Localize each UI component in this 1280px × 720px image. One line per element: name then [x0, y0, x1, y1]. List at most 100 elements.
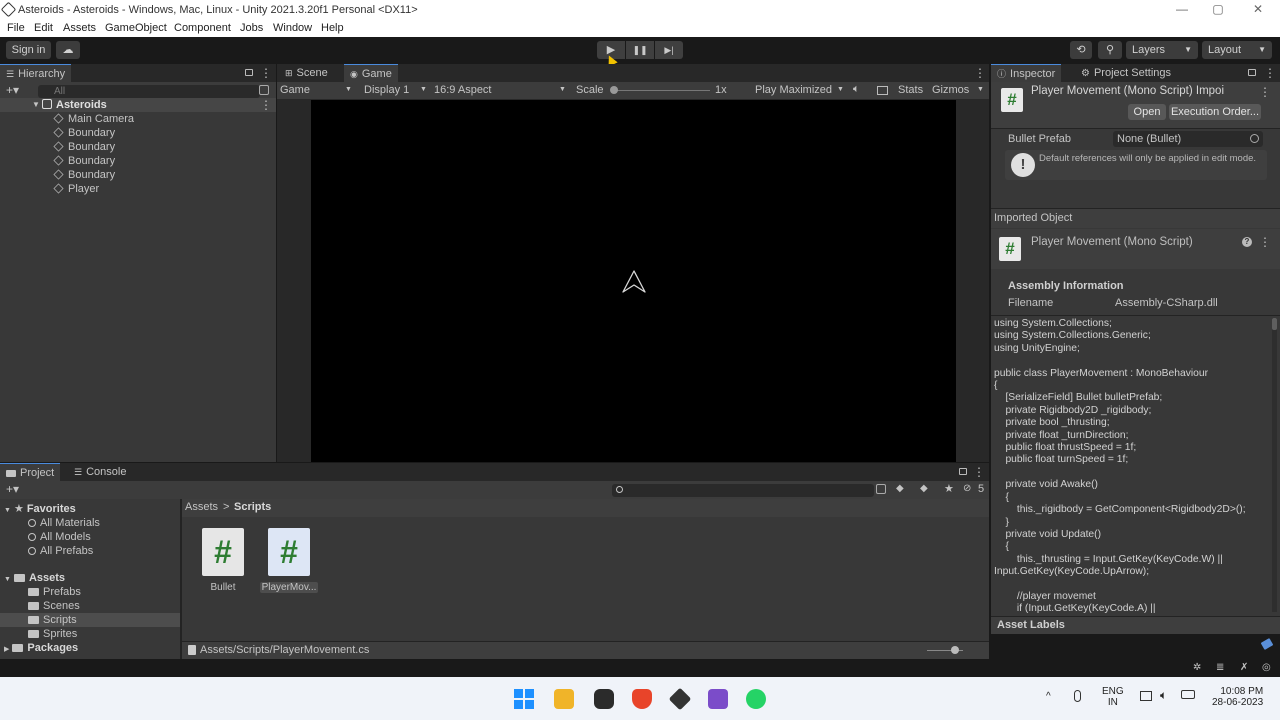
- hierarchy-item[interactable]: Boundary: [53, 168, 115, 182]
- display-icon[interactable]: [1140, 691, 1152, 701]
- aspect-dropdown[interactable]: 16:9 Aspect: [434, 84, 492, 96]
- step-button[interactable]: ▶|: [655, 41, 683, 59]
- hierarchy-item[interactable]: Boundary: [53, 140, 115, 154]
- maximize-button[interactable]: ▢: [1198, 2, 1238, 20]
- menu-help[interactable]: Help: [321, 22, 344, 34]
- object-picker-icon[interactable]: [1250, 134, 1259, 143]
- tab-console[interactable]: ☰ Console: [68, 463, 132, 481]
- breadcrumb-scripts[interactable]: Scripts: [234, 501, 271, 513]
- hierarchy-item[interactable]: Boundary: [53, 154, 115, 168]
- more-options-icon[interactable]: ⋮: [973, 466, 985, 478]
- filter-icon[interactable]: [259, 85, 269, 95]
- favorite-item[interactable]: All Materials: [28, 516, 100, 530]
- menu-file[interactable]: File: [7, 22, 25, 34]
- windows-start-icon[interactable]: [514, 689, 534, 709]
- tree-splitter[interactable]: [180, 499, 182, 659]
- asset-folder-item-selected[interactable]: Scripts: [0, 613, 180, 627]
- unity-hub-icon[interactable]: [668, 687, 692, 711]
- breadcrumb-assets[interactable]: Assets: [185, 501, 218, 513]
- audio-mute-icon[interactable]: 🔈︎: [853, 83, 860, 96]
- menu-jobs[interactable]: Jobs: [240, 22, 263, 34]
- hidden-packages-icon[interactable]: ⊘: [963, 483, 971, 494]
- favorite-item[interactable]: All Models: [28, 530, 91, 544]
- favorites-row[interactable]: ▼ ★ Favorites: [4, 502, 76, 516]
- cache-icon[interactable]: ≣: [1216, 662, 1224, 673]
- keyboard-icon[interactable]: [877, 86, 888, 95]
- asset-file-playermovement[interactable]: # PlayerMov...: [260, 525, 320, 597]
- volume-icon[interactable]: 🔈︎: [1160, 688, 1167, 703]
- terminal-app-icon[interactable]: [594, 689, 614, 709]
- stats-toggle[interactable]: Stats: [898, 84, 923, 96]
- tray-overflow-icon[interactable]: ^: [1046, 691, 1051, 702]
- hierarchy-item[interactable]: Main Camera: [53, 112, 134, 126]
- history-icon[interactable]: ⟲: [1070, 41, 1092, 59]
- scene-options-icon[interactable]: ⋮: [260, 99, 272, 111]
- menu-edit[interactable]: Edit: [34, 22, 53, 34]
- tab-project-settings[interactable]: ⚙ Project Settings: [1075, 64, 1177, 82]
- progress-icon[interactable]: ✗: [1240, 662, 1248, 673]
- packages-row[interactable]: ▶ Packages: [4, 641, 78, 655]
- menu-assets[interactable]: Assets: [63, 22, 96, 34]
- game-viewport[interactable]: [311, 100, 956, 462]
- code-scrollbar[interactable]: [1272, 318, 1277, 612]
- favorite-item[interactable]: All Prefabs: [28, 544, 93, 558]
- create-asset-icon[interactable]: +▾: [6, 482, 19, 496]
- display-dropdown[interactable]: Display 1: [364, 84, 409, 96]
- lock-icon[interactable]: [1248, 69, 1256, 76]
- menu-window[interactable]: Window: [273, 22, 312, 34]
- scale-slider-thumb[interactable]: [610, 86, 618, 94]
- more-options-icon[interactable]: ⋮: [974, 67, 986, 79]
- asset-folder-item[interactable]: Scenes: [28, 599, 80, 613]
- hierarchy-search-input[interactable]: All: [38, 85, 260, 98]
- project-search-input[interactable]: [612, 484, 874, 497]
- check-icon[interactable]: ◎: [1262, 662, 1271, 673]
- layers-dropdown[interactable]: Layers ▼: [1126, 41, 1198, 59]
- asset-file-bullet[interactable]: # Bullet: [196, 525, 250, 597]
- tab-game[interactable]: ◉ Game: [344, 64, 398, 82]
- whatsapp-icon[interactable]: [746, 689, 766, 709]
- asset-label-tag-icon[interactable]: [1260, 638, 1274, 650]
- debug-icon[interactable]: ✲: [1193, 662, 1201, 673]
- asset-folder-item[interactable]: Prefabs: [28, 585, 81, 599]
- lock-icon[interactable]: [959, 468, 967, 475]
- file-explorer-icon[interactable]: [554, 689, 574, 709]
- visual-studio-icon[interactable]: [708, 689, 728, 709]
- open-button[interactable]: Open: [1128, 104, 1166, 120]
- hierarchy-item[interactable]: Boundary: [53, 126, 115, 140]
- scene-row[interactable]: ▼ Asteroids ⋮: [0, 98, 276, 112]
- tab-hierarchy[interactable]: ☰ Hierarchy: [0, 64, 72, 82]
- favorite-star-icon[interactable]: ★: [944, 482, 954, 495]
- brave-browser-icon[interactable]: [632, 689, 652, 709]
- game-dropdown[interactable]: Game: [280, 84, 310, 96]
- search-by-label-icon[interactable]: ◆: [896, 483, 904, 494]
- search-icon[interactable]: ⚲: [1098, 41, 1122, 59]
- language-indicator[interactable]: ENG IN: [1102, 686, 1124, 708]
- battery-icon[interactable]: [1181, 690, 1195, 699]
- layout-dropdown[interactable]: Layout ▼: [1202, 41, 1272, 59]
- execution-order-button[interactable]: Execution Order...: [1169, 104, 1261, 120]
- component-options-icon[interactable]: ⋮: [1259, 86, 1271, 98]
- minimize-button[interactable]: —: [1162, 2, 1202, 20]
- tab-inspector[interactable]: ⓘ Inspector: [991, 64, 1062, 82]
- code-scrollbar-thumb[interactable]: [1272, 318, 1277, 330]
- assets-root-row[interactable]: ▼ Assets: [4, 571, 65, 585]
- cloud-icon[interactable]: ☁: [56, 41, 80, 59]
- script-options-icon[interactable]: ⋮: [1259, 236, 1271, 248]
- close-button[interactable]: ✕: [1238, 2, 1278, 20]
- bullet-prefab-field[interactable]: None (Bullet): [1113, 131, 1263, 147]
- lock-icon[interactable]: [245, 69, 253, 76]
- microphone-icon[interactable]: [1074, 690, 1081, 702]
- clock[interactable]: 10:08 PM 28-06-2023: [1212, 686, 1263, 708]
- gizmos-toggle[interactable]: Gizmos: [932, 84, 969, 96]
- pause-button[interactable]: ❚❚: [626, 41, 654, 59]
- help-icon[interactable]: ?: [1242, 237, 1252, 247]
- asset-folder-item[interactable]: Sprites: [28, 627, 77, 641]
- play-mode-dropdown[interactable]: Play Maximized: [755, 84, 832, 96]
- add-icon[interactable]: +▾: [6, 83, 19, 97]
- tag-icon[interactable]: ◆: [920, 483, 928, 494]
- more-options-icon[interactable]: ⋮: [260, 67, 272, 79]
- menu-gameobject[interactable]: GameObject: [105, 22, 167, 34]
- hierarchy-item[interactable]: Player: [53, 182, 99, 196]
- scale-slider-track[interactable]: [614, 90, 710, 91]
- more-options-icon[interactable]: ⋮: [1264, 67, 1276, 79]
